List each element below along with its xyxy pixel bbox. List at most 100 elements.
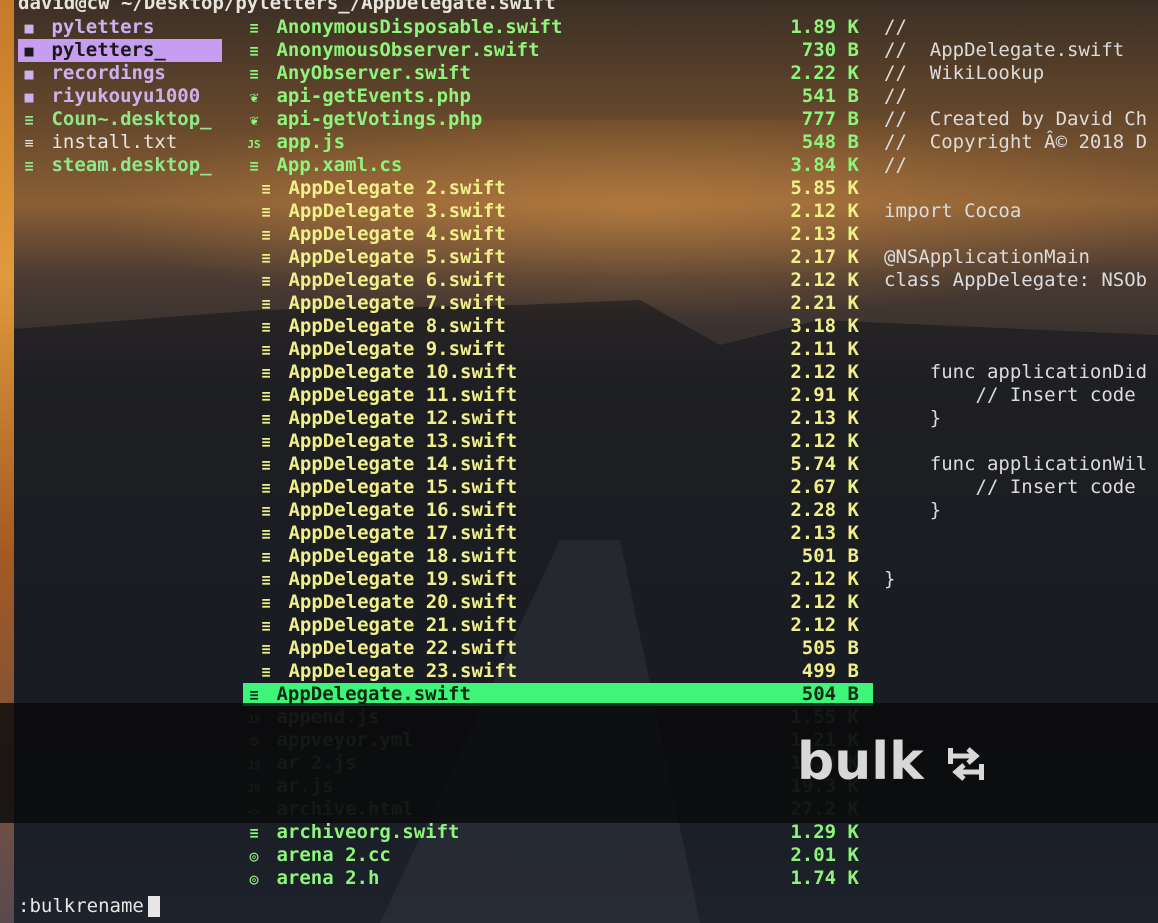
file-size: 1.89 K: [790, 16, 859, 38]
file-row[interactable]: JS app.js 548 B: [243, 131, 873, 154]
file-type-icon: ≡: [261, 548, 271, 566]
file-type-icon: ≡: [261, 663, 271, 681]
file-name: ≡ AppDelegate 15.swift: [255, 476, 517, 500]
file-row[interactable]: ≡ AppDelegate 6.swift 2.12 K: [243, 269, 873, 292]
file-name: ≡ AppDelegate 18.swift: [255, 545, 517, 569]
file-row[interactable]: ≡ AppDelegate 17.swift 2.13 K: [243, 522, 873, 545]
preview-line: }: [884, 407, 942, 429]
file-type-icon: ≡: [261, 640, 271, 658]
file-row[interactable]: ≡ AppDelegate 19.swift 2.12 K: [243, 568, 873, 591]
file-name-text: arena 2.h: [265, 867, 380, 889]
file-row[interactable]: ≡ AppDelegate 14.swift 5.74 K: [243, 453, 873, 476]
file-row[interactable]: ≡ AppDelegate 4.swift 2.13 K: [243, 223, 873, 246]
preview-line: //: [884, 154, 907, 176]
file-size: 2.13 K: [790, 522, 859, 544]
file-name: ≡ AppDelegate 20.swift: [255, 591, 517, 615]
preview-line: // Insert code: [884, 476, 1136, 498]
parent-item[interactable]: ■ recordings: [18, 62, 222, 85]
file-name-text: AppDelegate 9.swift: [277, 338, 506, 360]
file-row[interactable]: ≡ AppDelegate 12.swift 2.13 K: [243, 407, 873, 430]
parent-item[interactable]: ■ pyletters_: [18, 39, 222, 62]
file-type-icon: ❦: [249, 88, 259, 106]
file-name: JS app.js: [243, 131, 345, 156]
file-name-text: AppDelegate 7.swift: [277, 292, 506, 314]
parent-item-label: Coun~.desktop_: [40, 108, 212, 130]
file-name-text: AppDelegate 16.swift: [277, 499, 518, 521]
file-row[interactable]: ≡ AppDelegate 23.swift 499 B: [243, 660, 873, 683]
file-name-text: AppDelegate 21.swift: [277, 614, 518, 636]
file-row[interactable]: ≡ AppDelegate 16.swift 2.28 K: [243, 499, 873, 522]
file-row[interactable]: ◎ arena 2.cc 2.01 K: [243, 844, 873, 867]
file-row[interactable]: ≡ AnonymousDisposable.swift 1.89 K: [243, 16, 873, 39]
file-row[interactable]: ≡ AppDelegate 21.swift 2.12 K: [243, 614, 873, 637]
file-icon: ≡: [24, 111, 34, 129]
file-size: 2.28 K: [790, 499, 859, 521]
file-type-icon: JS: [247, 138, 261, 151]
file-size: 505 B: [801, 637, 859, 659]
file-row[interactable]: ❦ api-getVotings.php 777 B: [243, 108, 873, 131]
file-row[interactable]: ≡ AppDelegate 5.swift 2.17 K: [243, 246, 873, 269]
parent-item-label: pyletters_: [40, 39, 166, 61]
file-name: ≡ AppDelegate 13.swift: [255, 430, 517, 454]
parent-item[interactable]: ≡ Coun~.desktop_: [18, 108, 222, 131]
file-name-text: AppDelegate 6.swift: [277, 269, 506, 291]
parent-item[interactable]: ■ riyukouyu1000: [18, 85, 222, 108]
file-name-text: AnyObserver.swift: [265, 62, 471, 84]
file-row[interactable]: ≡ AppDelegate 15.swift 2.67 K: [243, 476, 873, 499]
file-name-text: AppDelegate 13.swift: [277, 430, 518, 452]
file-type-icon: ≡: [261, 594, 271, 612]
file-name: ≡ AppDelegate 3.swift: [255, 200, 505, 224]
file-name-text: AppDelegate 22.swift: [277, 637, 518, 659]
file-row[interactable]: ≡ AppDelegate 8.swift 3.18 K: [243, 315, 873, 338]
file-row[interactable]: ≡ AppDelegate 18.swift 501 B: [243, 545, 873, 568]
file-size: 5.74 K: [790, 453, 859, 475]
file-size: 548 B: [801, 131, 859, 153]
folder-icon: ■: [24, 42, 34, 60]
file-row[interactable]: ≡ AppDelegate 7.swift 2.21 K: [243, 292, 873, 315]
file-type-icon: ≡: [249, 157, 259, 175]
file-row[interactable]: ≡ AppDelegate 11.swift 2.91 K: [243, 384, 873, 407]
file-type-icon: ≡: [261, 249, 271, 267]
file-type-icon: ≡: [261, 387, 271, 405]
file-row[interactable]: ≡ AppDelegate 22.swift 505 B: [243, 637, 873, 660]
file-row[interactable]: ◎ arena 2.h 1.74 K: [243, 867, 873, 890]
file-name-text: AppDelegate 17.swift: [277, 522, 518, 544]
file-row[interactable]: ≡ AppDelegate 20.swift 2.12 K: [243, 591, 873, 614]
file-size: 2.13 K: [790, 223, 859, 245]
file-row[interactable]: ❦ api-getEvents.php 541 B: [243, 85, 873, 108]
file-row[interactable]: ≡ App.xaml.cs 3.84 K: [243, 154, 873, 177]
file-type-icon: ≡: [249, 824, 259, 842]
file-size: 2.12 K: [790, 614, 859, 636]
file-name-text: AppDelegate 15.swift: [277, 476, 518, 498]
folder-icon: ■: [24, 65, 34, 83]
file-name-text: AppDelegate 20.swift: [277, 591, 518, 613]
command-line[interactable]: :bulkrename: [18, 895, 160, 918]
file-size: 1.74 K: [790, 867, 859, 889]
file-type-icon: ≡: [261, 410, 271, 428]
file-name: ≡ archiveorg.swift: [243, 821, 459, 845]
file-row[interactable]: ≡ AppDelegate 10.swift 2.12 K: [243, 361, 873, 384]
file-row[interactable]: ≡ AnonymousObserver.swift 730 B: [243, 39, 873, 62]
file-row[interactable]: ≡ AppDelegate 13.swift 2.12 K: [243, 430, 873, 453]
file-name: ≡ AppDelegate 10.swift: [255, 361, 517, 385]
file-row[interactable]: ≡ AppDelegate 9.swift 2.11 K: [243, 338, 873, 361]
preview-line: func applicationDid: [884, 361, 1148, 383]
file-row[interactable]: ≡ archiveorg.swift 1.29 K: [243, 821, 873, 844]
parent-item[interactable]: ≡ steam.desktop_: [18, 154, 222, 177]
preview-line: // Created by David Ch: [884, 108, 1148, 130]
path-title: david@cw ~/Desktop/pyletters_/AppDelegat…: [18, 0, 556, 14]
file-name: ≡ AnyObserver.swift: [243, 62, 471, 86]
file-name-text: App.xaml.cs: [265, 154, 403, 176]
file-row[interactable]: ≡ AppDelegate 3.swift 2.12 K: [243, 200, 873, 223]
file-type-icon: ≡: [261, 295, 271, 313]
file-size: 2.12 K: [790, 361, 859, 383]
file-type-icon: ≡: [261, 617, 271, 635]
file-name: ≡ App.xaml.cs: [243, 154, 402, 178]
parent-item-label: install.txt: [40, 131, 178, 153]
parent-item[interactable]: ■ pyletters: [18, 16, 222, 39]
parent-item[interactable]: ≡ install.txt: [18, 131, 222, 154]
file-row[interactable]: ≡ AppDelegate 2.swift 5.85 K: [243, 177, 873, 200]
file-row[interactable]: ≡ AnyObserver.swift 2.22 K: [243, 62, 873, 85]
file-type-icon: ≡: [261, 180, 271, 198]
file-name: ◎ arena 2.h: [243, 867, 379, 891]
